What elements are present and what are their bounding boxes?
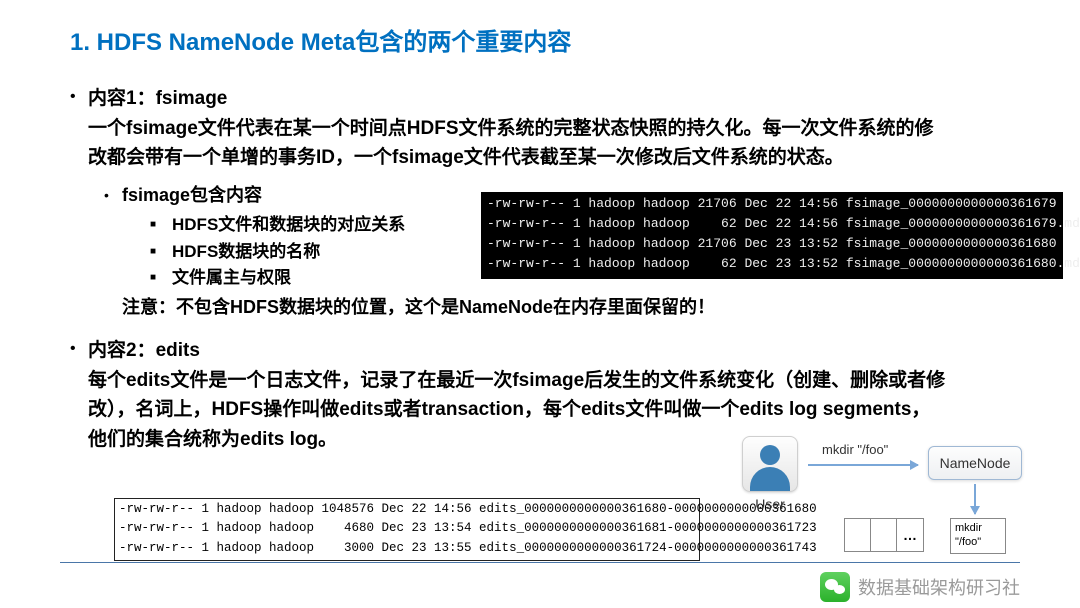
- slide-title: 1. HDFS NameNode Meta包含的两个重要内容: [70, 22, 1020, 57]
- section2-heading: 内容2：edits: [88, 337, 200, 366]
- bullet-icon: •: [104, 182, 122, 210]
- divider: [60, 562, 1020, 563]
- bullet-icon: •: [70, 85, 88, 114]
- square-bullet-icon: ■: [150, 239, 172, 265]
- mkdir-command-label: mkdir "/foo": [822, 442, 888, 457]
- edits-log-blocks: …: [844, 518, 924, 552]
- footer-text: 数据基础架构研习社: [858, 574, 1020, 600]
- section1-sub-heading: fsimage包含内容: [122, 182, 262, 210]
- section1-heading: 内容1：fsimage: [88, 85, 227, 114]
- square-bullet-icon: ■: [150, 265, 172, 291]
- arrow-icon: [808, 464, 918, 466]
- section1-desc: 一个fsimage文件代表在某一个时间点HDFS文件系统的完整状态快照的持久化。…: [88, 114, 948, 173]
- section1-item: HDFS数据块的名称: [172, 239, 320, 265]
- terminal-fsimage-listing: -rw-rw-r-- 1 hadoop hadoop 21706 Dec 22 …: [481, 192, 1063, 279]
- section1-item: HDFS文件和数据块的对应关系: [172, 212, 405, 238]
- namenode-diagram: User mkdir "/foo" NameNode … mkdir "/foo…: [742, 436, 1062, 566]
- edits-entry-block: mkdir "/foo": [950, 518, 1006, 554]
- arrow-down-icon: [974, 484, 976, 514]
- footer: 数据基础架构研习社: [820, 572, 1020, 602]
- bullet-icon: •: [70, 337, 88, 366]
- terminal-edits-listing: -rw-rw-r-- 1 hadoop hadoop 1048576 Dec 2…: [114, 498, 700, 561]
- namenode-box: NameNode: [928, 446, 1022, 480]
- wechat-icon: [820, 572, 850, 602]
- section1-item: 文件属主与权限: [172, 265, 291, 291]
- section1-note: 注意：不包含HDFS数据块的位置，这个是NameNode在内存里面保留的！: [122, 293, 1020, 319]
- user-label: User: [738, 496, 802, 512]
- square-bullet-icon: ■: [150, 212, 172, 238]
- user-icon: [742, 436, 798, 492]
